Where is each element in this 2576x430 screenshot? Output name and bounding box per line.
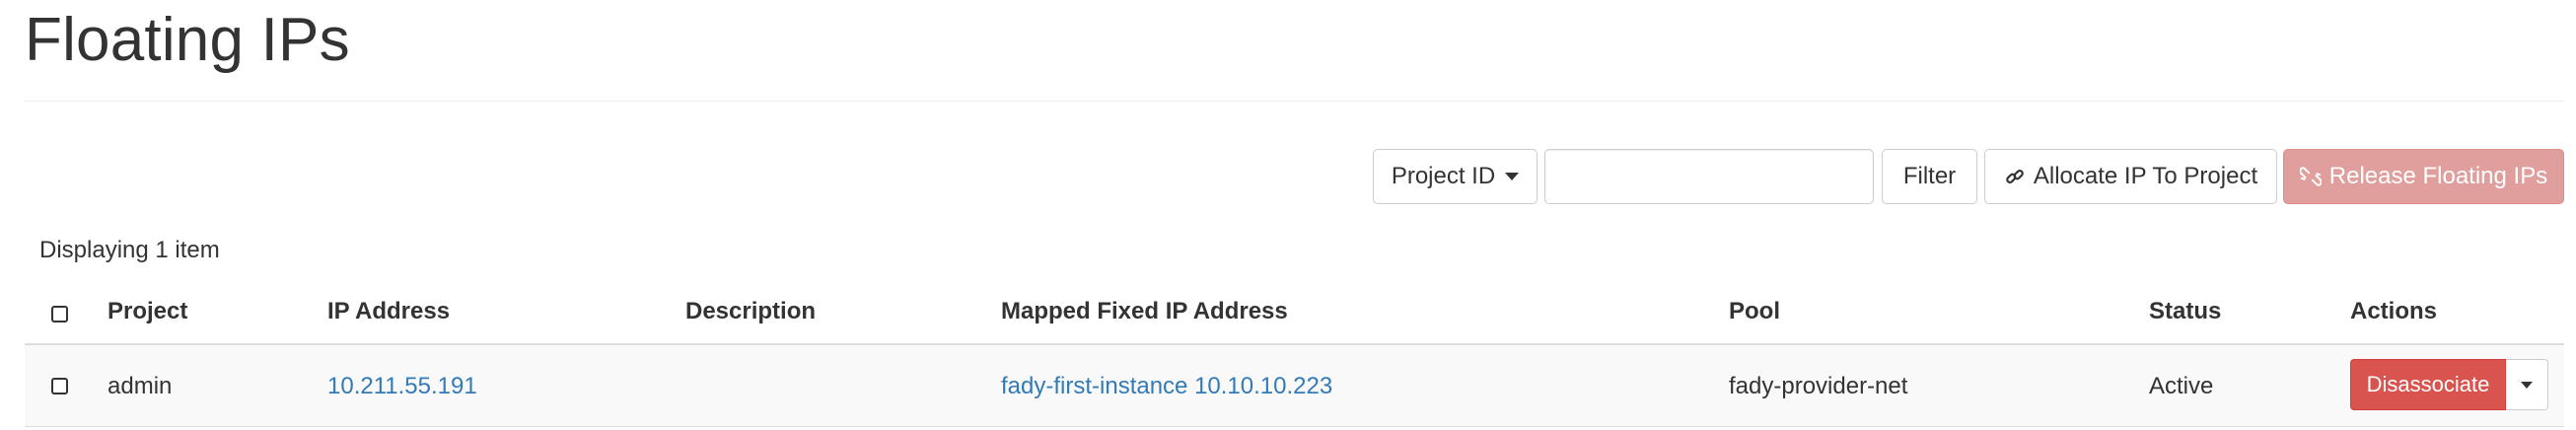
- disassociate-label: Disassociate: [2366, 372, 2490, 396]
- cell-pool: fady-provider-net: [1729, 373, 1908, 399]
- column-header-project[interactable]: Project: [107, 298, 187, 325]
- filter-input[interactable]: [1544, 149, 1874, 204]
- column-header-mapped-fixed-ip[interactable]: Mapped Fixed IP Address: [1001, 298, 1288, 325]
- cell-project: admin: [107, 373, 173, 399]
- release-floating-ips-label: Release Floating IPs: [2328, 163, 2548, 189]
- floating-ips-table: Project IP Address Description Mapped Fi…: [25, 286, 2564, 427]
- row-checkbox[interactable]: [51, 378, 68, 394]
- allocate-ip-button[interactable]: Allocate IP To Project: [1984, 149, 2277, 204]
- disassociate-button[interactable]: Disassociate: [2350, 359, 2506, 410]
- column-header-status[interactable]: Status: [2149, 298, 2221, 325]
- mapped-fixed-ip-link[interactable]: fady-first-instance 10.10.10.223: [1001, 373, 1332, 400]
- item-count: Displaying 1 item: [39, 237, 220, 263]
- table-row: admin 10.211.55.191 fady-first-instance …: [25, 345, 2564, 427]
- unlink-icon: [2299, 166, 2322, 187]
- select-all-checkbox[interactable]: [51, 306, 68, 322]
- more-actions-button[interactable]: [2506, 359, 2548, 410]
- link-icon: [2004, 166, 2026, 187]
- filter-button-label: Filter: [1902, 163, 1957, 189]
- ip-address-link[interactable]: 10.211.55.191: [327, 373, 477, 400]
- caret-down-icon: [1505, 173, 1520, 180]
- title-divider: [25, 101, 2564, 102]
- caret-down-icon: [2521, 381, 2533, 389]
- table-header: Project IP Address Description Mapped Fi…: [25, 286, 2564, 345]
- column-header-description[interactable]: Description: [685, 298, 816, 325]
- release-floating-ips-button[interactable]: Release Floating IPs: [2283, 149, 2564, 204]
- floating-ips-page: Floating IPs Project ID Filter Allocate …: [0, 0, 2576, 430]
- column-header-actions: Actions: [2350, 298, 2438, 324]
- filter-field-dropdown[interactable]: Project ID: [1373, 149, 1538, 204]
- column-header-pool[interactable]: Pool: [1729, 298, 1780, 325]
- row-actions: Disassociate: [2350, 359, 2548, 410]
- page-title: Floating IPs: [25, 6, 350, 74]
- filter-field-label: Project ID: [1391, 163, 1496, 189]
- column-header-ip-address[interactable]: IP Address: [327, 298, 450, 325]
- cell-status: Active: [2149, 373, 2214, 399]
- filter-button[interactable]: Filter: [1882, 149, 1977, 204]
- allocate-ip-label: Allocate IP To Project: [2033, 163, 2258, 189]
